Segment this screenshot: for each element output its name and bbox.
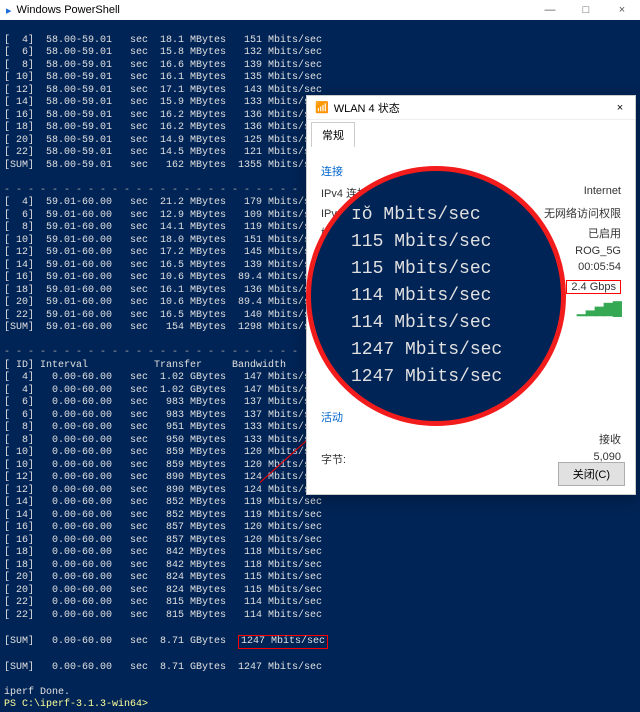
maximize-button[interactable]: □ [568, 0, 604, 20]
zoom-callout: ɪŏ Mbits/sec115 Mbits/sec115 Mbits/sec11… [306, 166, 566, 426]
wlan-row: 接收 [321, 429, 621, 449]
prompt[interactable]: PS C:\iperf-3.1.3-win64> [4, 699, 148, 710]
wlan-close-icon[interactable]: × [605, 102, 635, 114]
wlan-titlebar: 📶 WLAN 4 状态 × [307, 96, 635, 120]
wlan-close-button[interactable]: 关闭(C) [558, 462, 625, 486]
signal-icon: 📶 [315, 101, 329, 114]
wlan-tab-general[interactable]: 常规 [311, 122, 355, 147]
close-button[interactable]: × [604, 0, 640, 20]
powershell-icon: ▸ [6, 4, 12, 17]
wlan-title: WLAN 4 状态 [334, 100, 400, 116]
window-title: Windows PowerShell [17, 4, 120, 16]
minimize-button[interactable]: — [532, 0, 568, 20]
window-titlebar: ▸ Windows PowerShell — □ × [0, 0, 640, 20]
